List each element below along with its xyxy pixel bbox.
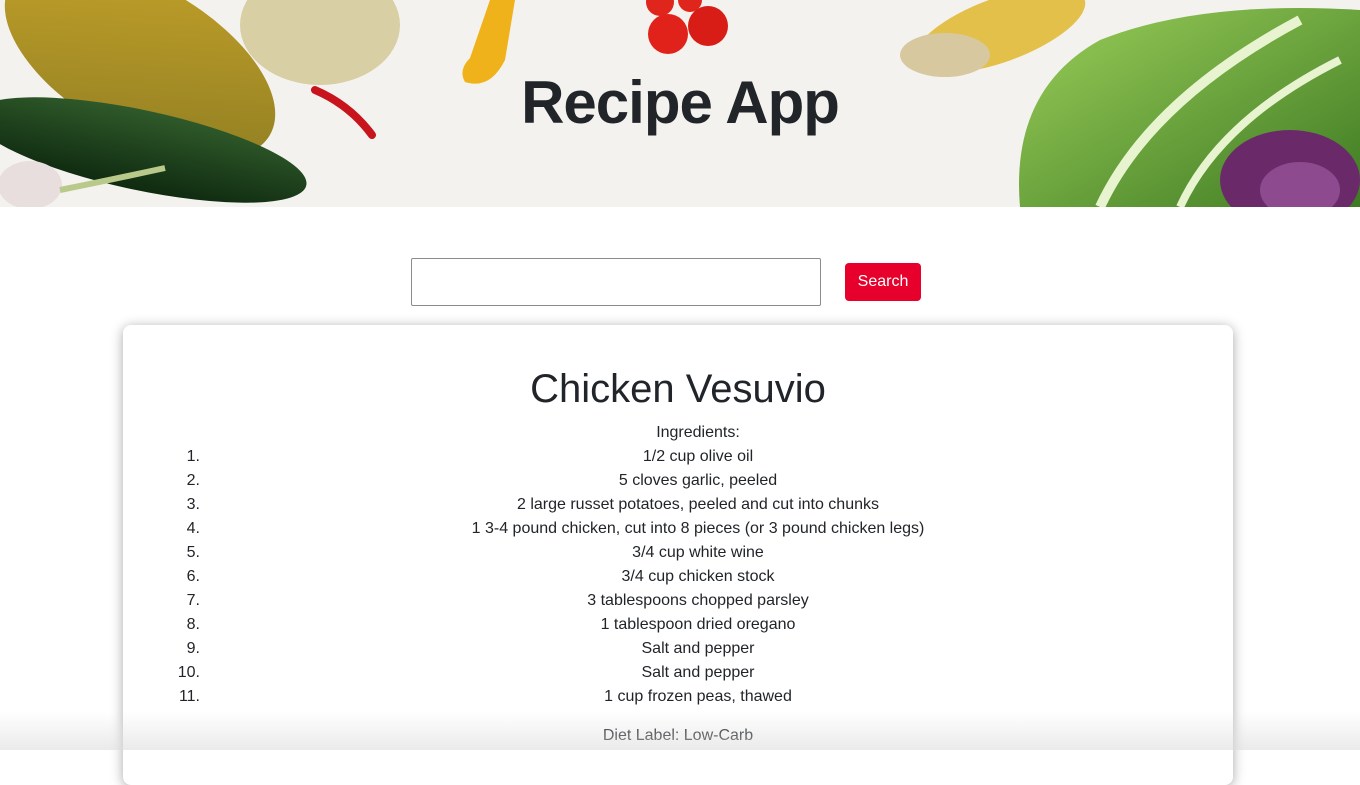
list-item: 2. 5 cloves garlic, peeled: [123, 469, 1233, 493]
list-item: 3. 2 large russet potatoes, peeled and cu…: [123, 493, 1233, 517]
list-item-text: 1/2 cup olive oil: [642, 448, 754, 465]
app-title: Recipe App: [521, 69, 840, 136]
list-item-text: Salt and pepper: [641, 640, 755, 657]
search-input[interactable]: [411, 258, 821, 306]
diet-label: Diet Label: Low-Carb: [602, 727, 754, 744]
list-item: 1. 1/2 cup olive oil: [123, 445, 1233, 469]
list-item: 7. 3 tablespoons chopped parsley: [123, 589, 1233, 613]
list-item-text: Salt and pepper: [641, 664, 755, 681]
ingredients-list: 1. 1/2 cup olive oil 2. 5 cloves garlic, p…: [123, 445, 1233, 709]
list-item-text: 1 3-4 pound chicken, cut into 8 pieces (…: [471, 520, 925, 537]
list-item: 10. Salt and pepper: [123, 661, 1233, 685]
list-item: 8. 1 tablespoon dried oregano: [123, 613, 1233, 637]
list-item: 6. 3/4 cup chicken stock: [123, 565, 1233, 589]
list-item-text: 3/4 cup chicken stock: [621, 568, 775, 585]
list-item-text: 2 large russet potatoes, peeled and cut …: [516, 496, 879, 513]
list-item-text: 1 cup frozen peas, thawed: [604, 688, 792, 705]
list-item-text: 1 tablespoon dried oregano: [600, 616, 796, 633]
list-item-text: 5 cloves garlic, peeled: [618, 472, 778, 489]
list-item: 11. 1 cup frozen peas, thawed: [123, 685, 1233, 709]
list-item-text: 3/4 cup white wine: [632, 544, 764, 561]
search-button[interactable]: Search: [845, 263, 921, 301]
recipe-card: Chicken Vesuvio Ingredients: 1. 1/2 cup o…: [123, 325, 1233, 785]
list-item-text: 3 tablespoons chopped parsley: [587, 592, 809, 609]
list-item: 4. 1 3-4 pound chicken, cut into 8 pieces…: [123, 517, 1233, 541]
list-item: 5. 3/4 cup white wine: [123, 541, 1233, 565]
recipe-title: Chicken Vesuvio: [530, 367, 826, 411]
hero-banner: Recipe App: [0, 0, 1360, 207]
list-item: 9. Salt and pepper: [123, 637, 1233, 661]
ingredients-label: Ingredients:: [656, 424, 740, 441]
